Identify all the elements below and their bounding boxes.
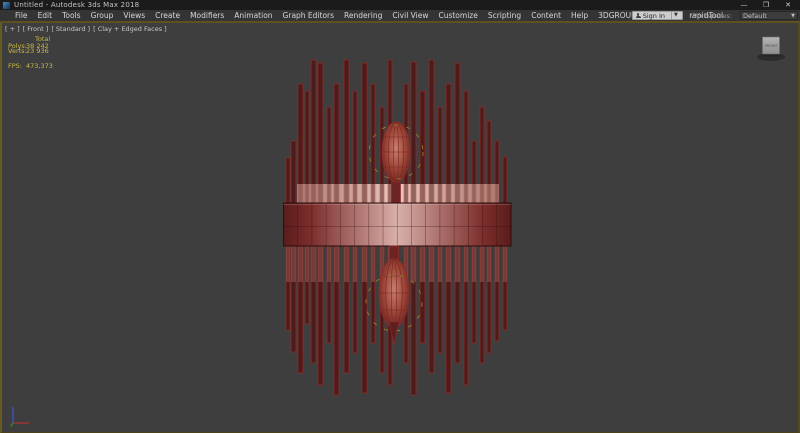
menu-item-rendering[interactable]: Rendering [339, 11, 387, 20]
workspaces-dropdown[interactable]: Default ▼ [740, 11, 798, 20]
menu-item-animation[interactable]: Animation [229, 11, 277, 20]
app-logo-icon [3, 2, 10, 9]
menu-bar: FileEditToolsGroupViewsCreateModifiersAn… [0, 10, 800, 21]
menu-item-modifiers[interactable]: Modifiers [185, 11, 229, 20]
viewport-canvas[interactable]: FRONT [0, 23, 800, 433]
vp-menu-general[interactable]: [ + ] [5, 25, 20, 33]
rod-tint [455, 246, 460, 282]
menu-item-scripting[interactable]: Scripting [483, 11, 526, 20]
menu-item-group[interactable]: Group [86, 11, 119, 20]
viewport-front[interactable]: FRONT [ + ][ Front ][ Standard ][ Clay +… [0, 23, 800, 433]
title-bar: Untitled - Autodesk 3ds Max 2018 — ❐ ✕ [0, 0, 800, 10]
menu-item-content[interactable]: Content [526, 11, 566, 20]
rod-tint [487, 246, 491, 282]
vp-menu-pov[interactable]: [ Front ] [23, 25, 49, 33]
rod-tint [464, 246, 468, 282]
rod-tint [362, 246, 367, 282]
close-button[interactable]: ✕ [783, 1, 793, 9]
vp-menu-renderer[interactable]: [ Standard ] [51, 25, 90, 33]
application-window: Untitled - Autodesk 3ds Max 2018 — ❐ ✕ F… [0, 0, 800, 433]
rod-tint [305, 246, 309, 282]
maximize-button[interactable]: ❐ [761, 1, 771, 9]
menu-items: FileEditToolsGroupViewsCreateModifiersAn… [10, 11, 728, 20]
viewport-statistics: Total Polys:38 242 Verts:23 936 FPS:473,… [8, 37, 53, 69]
menu-item-views[interactable]: Views [118, 11, 150, 20]
axis-gizmo [11, 407, 30, 427]
chevron-down-icon[interactable]: ▼ [671, 12, 680, 19]
rod-tint [438, 246, 442, 282]
rod-tint [311, 246, 316, 282]
workspaces-label: Workspaces: [691, 12, 732, 20]
chevron-down-icon: ▼ [791, 13, 795, 19]
rod-tint [480, 246, 484, 282]
stats-verts-row: Verts:23 936 [8, 49, 53, 55]
menu-item-create[interactable]: Create [150, 11, 185, 20]
menu-item-edit[interactable]: Edit [33, 11, 58, 20]
lower-bulb-stem[interactable] [390, 246, 399, 260]
viewcube[interactable]: FRONT [757, 37, 786, 62]
rod-tint [446, 246, 451, 282]
rod-tint [298, 246, 303, 282]
menu-item-help[interactable]: Help [566, 11, 593, 20]
minimize-button[interactable]: — [739, 1, 749, 9]
vp-menu-shading[interactable]: [ Clay + Edged Faces ] [93, 25, 167, 33]
rod-tint [318, 246, 323, 282]
person-icon [636, 13, 641, 18]
rod-tint [503, 246, 507, 282]
rod-tint [472, 246, 476, 282]
rod-tint [411, 246, 416, 282]
menu-item-file[interactable]: File [10, 11, 33, 20]
rod-tint [334, 246, 339, 282]
upper-bulb-stem[interactable] [392, 182, 401, 204]
rod-tint [495, 246, 499, 282]
rod-tint [286, 246, 290, 282]
rod-tint [291, 246, 296, 282]
sign-in-button[interactable]: Sign In ▼ [632, 11, 683, 20]
menu-item-tools[interactable]: Tools [57, 11, 85, 20]
rod-tint [353, 246, 357, 282]
rod-tint [420, 246, 425, 282]
axis-y-icon [11, 423, 14, 427]
menu-item-customize[interactable]: Customize [433, 11, 482, 20]
rod-tint [371, 246, 375, 282]
stats-fps-row: FPS:473,373 [8, 64, 53, 70]
window-title: Untitled - Autodesk 3ds Max 2018 [14, 1, 139, 9]
model-chandelier[interactable] [284, 60, 512, 395]
menu-item-graph-editors[interactable]: Graph Editors [278, 11, 340, 20]
rod-tint [344, 246, 349, 282]
viewport-label: [ + ][ Front ][ Standard ][ Clay + Edged… [5, 25, 167, 33]
menu-item-civil-view[interactable]: Civil View [387, 11, 433, 20]
viewcube-front-label: FRONT [765, 44, 778, 48]
rod-tint [429, 246, 434, 282]
rod-tint [327, 246, 331, 282]
